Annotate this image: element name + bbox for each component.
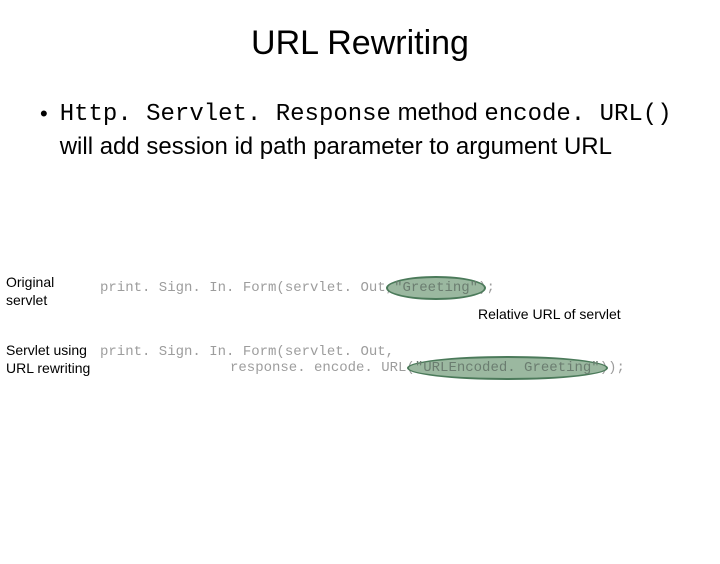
code-line2b-prefix: response. encode. URL( [230, 360, 415, 376]
code-line2a-text: print. Sign. In. Form(servlet. Out, [100, 344, 394, 360]
code-httpservletresponse: Http. Servlet. Response [60, 101, 391, 128]
code-line-2b: response. encode. URL( "URLEncoded. Gree… [100, 360, 700, 376]
code-line1-prefix: print. Sign. In. Form(servlet. Out, [100, 280, 394, 296]
code-line2b-highlight: "URLEncoded. Greeting" [415, 360, 600, 376]
highlight-urlencodedgreeting: "URLEncoded. Greeting" [415, 360, 600, 376]
code-snippet-rewriting: print. Sign. In. Form(servlet. Out, resp… [100, 344, 700, 376]
label-original-servlet: Original servlet [6, 274, 96, 309]
slide-title: URL Rewriting [0, 24, 720, 63]
label-servlet-rewriting: Servlet using URL rewriting [6, 342, 96, 377]
highlight-greeting: "Greeting" [394, 280, 478, 296]
bullet-text: Http. Servlet. Response method encode. U… [60, 97, 680, 164]
bullet-dot: • [40, 99, 48, 164]
bullet-block: • Http. Servlet. Response method encode.… [40, 97, 680, 164]
label-relative-url: Relative URL of servlet [478, 306, 698, 324]
bullet-row: • Http. Servlet. Response method encode.… [40, 97, 680, 164]
code-line-1: print. Sign. In. Form(servlet. Out, "Gre… [100, 280, 660, 296]
code-line1-highlight: "Greeting" [394, 280, 478, 296]
code-line-2a: print. Sign. In. Form(servlet. Out, [100, 344, 700, 360]
bullet-text-2: will add session id path parameter to ar… [60, 133, 612, 160]
code-encodeurl: encode. URL() [484, 101, 671, 128]
bullet-text-1: method [391, 99, 484, 126]
code-snippet-original: print. Sign. In. Form(servlet. Out, "Gre… [100, 280, 660, 296]
